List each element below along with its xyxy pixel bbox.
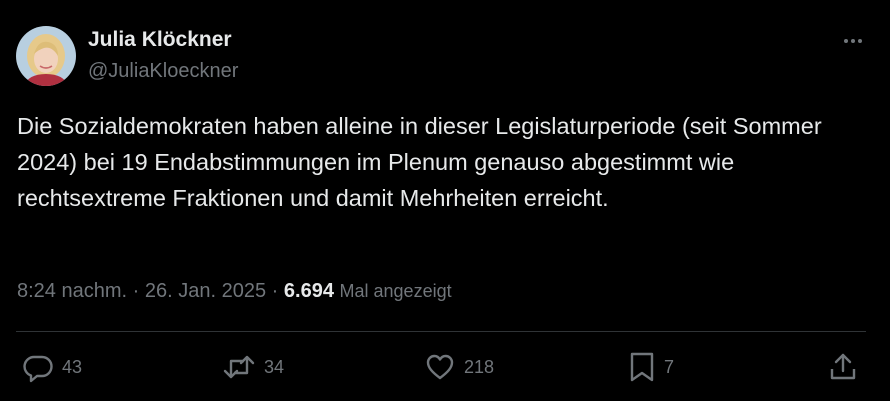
bookmark-count: 7 xyxy=(664,356,675,377)
like-count: 218 xyxy=(464,356,495,377)
tweet-text: Die Sozialdemokraten haben alleine in di… xyxy=(17,113,822,211)
tweet-meta: 8:24 nachm. · 26. Jan. 2025 · 6.694 Mal … xyxy=(17,280,452,303)
user-handle[interactable]: @JuliaKloeckner xyxy=(88,60,238,83)
repost-count: 34 xyxy=(264,356,285,377)
heart-icon xyxy=(424,351,456,383)
display-name[interactable]: Julia Klöckner xyxy=(88,28,232,52)
avatar[interactable] xyxy=(16,26,76,86)
reply-count: 43 xyxy=(62,356,83,377)
share-icon xyxy=(828,351,858,383)
repost-button[interactable]: 34 xyxy=(222,351,284,383)
share-button[interactable] xyxy=(828,351,858,383)
more-icon[interactable] xyxy=(838,26,868,56)
reply-icon xyxy=(22,351,54,383)
tweet-date[interactable]: 26. Jan. 2025 xyxy=(145,280,266,302)
divider xyxy=(16,331,866,332)
meta-separator: · xyxy=(271,280,279,302)
like-button[interactable]: 218 xyxy=(424,351,494,383)
repost-icon xyxy=(222,351,256,383)
tweet-time[interactable]: 8:24 nachm. xyxy=(17,280,127,302)
bookmark-icon xyxy=(628,351,656,383)
avatar-image xyxy=(16,26,76,86)
views-label: Mal angezeigt xyxy=(339,281,452,301)
bookmark-button[interactable]: 7 xyxy=(628,351,674,383)
meta-separator: · xyxy=(132,280,140,302)
views-count: 6.694 xyxy=(283,280,334,302)
reply-button[interactable]: 43 xyxy=(22,351,82,383)
tweet-card: Julia Klöckner @JuliaKloeckner Die Sozia… xyxy=(0,0,890,401)
